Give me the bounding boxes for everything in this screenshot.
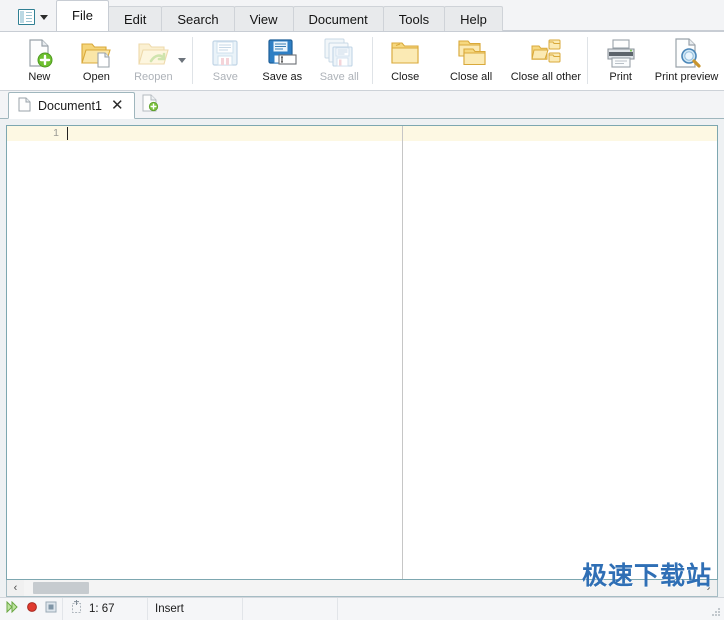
menu-tab-label: Document [308,12,368,27]
menu-tab-file[interactable]: File [56,0,109,31]
print-preview-button[interactable]: Print preview [649,32,724,89]
document-tab-bar: Document1 ✕ [0,91,724,119]
close-icon[interactable]: ✕ [109,98,126,113]
menu-tabs: File Edit Search View Document Tools Hel… [56,0,503,31]
menu-tab-document[interactable]: Document [292,6,384,31]
current-line-highlight [7,126,717,141]
ribbon-button-label: Print preview [654,71,719,83]
application-window: File Edit Search View Document Tools Hel… [0,0,724,620]
insert-mode-label: Insert [155,602,184,615]
scrollbar-thumb[interactable] [33,582,89,594]
ribbon-separator [191,37,193,84]
menu-tab-view[interactable]: View [233,6,294,31]
new-document-icon [23,36,55,70]
open-button[interactable]: Open [68,32,125,89]
open-folder-icon [80,36,112,70]
ribbon-button-label: Close all other [510,71,582,83]
play-icon[interactable] [5,600,19,616]
ribbon-separator [371,37,373,84]
menu-tab-edit[interactable]: Edit [107,6,163,31]
printer-icon [605,36,637,70]
ribbon-button-label: Save as [262,71,303,83]
scrollbar-track[interactable] [24,580,700,596]
menu-bar: File Edit Search View Document Tools Hel… [0,0,724,32]
status-insert-mode[interactable]: Insert [148,597,243,620]
ribbon-button-label: New [28,71,51,83]
chevron-down-icon[interactable] [40,14,48,20]
text-editor[interactable]: 1 [6,125,718,580]
menu-tab-label: Edit [123,12,147,27]
document-icon [18,97,31,115]
horizontal-scrollbar[interactable]: ‹ › [6,580,718,597]
status-macro-controls [0,597,63,620]
scroll-left-arrow-icon[interactable]: ‹ [7,580,24,596]
status-cell-5 [338,598,724,620]
scroll-right-arrow-icon[interactable]: › [700,580,717,596]
save-as-button[interactable]: Save as [254,32,311,89]
print-button[interactable]: Print [592,32,649,89]
ribbon-button-label: Open [82,71,110,83]
ribbon-separator [587,37,589,84]
close-all-folders-icon [455,36,487,70]
reopen-button[interactable]: Reopen [125,32,182,89]
record-icon[interactable] [26,601,38,616]
line-number: 1 [53,127,59,139]
quick-access-toolbar[interactable] [0,9,56,31]
close-all-other-button[interactable]: Close all other [508,32,583,89]
status-bar: 1: 67 Insert [0,597,724,620]
menu-tab-help[interactable]: Help [444,6,503,31]
document-tab-document1[interactable]: Document1 ✕ [8,92,135,119]
print-preview-icon [671,36,703,70]
caret-position-icon [70,600,83,617]
ribbon-button-label: Save [212,71,238,83]
menu-tab-tools[interactable]: Tools [382,6,446,31]
menu-tab-label: View [249,12,278,27]
cursor-position-label: 1: 67 [89,602,115,615]
stop-icon[interactable] [45,601,57,616]
ribbon-button-label: Reopen [134,71,173,83]
new-document-plus-icon [141,94,159,115]
line-number-gutter: 1 [7,126,65,579]
new-document-tab-button[interactable] [135,91,165,118]
document-tab-label: Document1 [38,98,102,113]
editor-container: 1 ‹ › [0,119,724,597]
menu-tab-label: Tools [398,12,430,27]
save-all-button[interactable]: Save all [311,32,368,89]
document-list-icon[interactable] [18,9,35,25]
reopen-chevron-down-icon[interactable] [177,58,186,63]
save-as-floppy-icon [266,36,298,70]
menu-tab-label: Help [460,12,487,27]
close-folder-icon [389,36,421,70]
menu-tab-label: Search [177,12,219,27]
menu-bar-filler [501,0,724,31]
ribbon-button-label: Print [609,71,632,83]
ribbon-button-label: Close all [449,71,493,83]
resize-grip-icon[interactable] [711,606,721,616]
status-cursor-position: 1: 67 [63,597,148,620]
close-button[interactable]: Close [377,32,434,89]
menu-tab-label: File [72,8,93,23]
save-all-floppy-icon [323,36,355,70]
menu-tab-search[interactable]: Search [161,6,235,31]
close-all-other-folders-icon [530,36,562,70]
save-button[interactable]: Save [197,32,254,89]
ribbon-toolbar: New Open Reopen Save Save as Save all Cl… [0,32,724,91]
close-all-button[interactable]: Close all [434,32,509,89]
ribbon-button-label: Close [391,71,420,83]
save-floppy-icon [209,36,241,70]
right-margin-guide [402,126,403,579]
status-cell-4 [243,597,338,620]
new-button[interactable]: New [11,32,68,89]
reopen-folder-icon [137,36,170,70]
text-caret [67,127,68,140]
ribbon-button-label: Save all [319,71,359,83]
